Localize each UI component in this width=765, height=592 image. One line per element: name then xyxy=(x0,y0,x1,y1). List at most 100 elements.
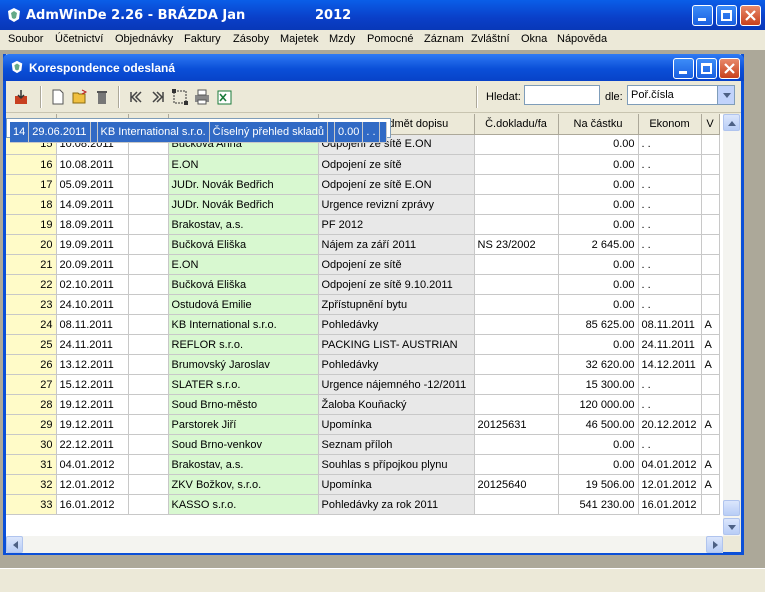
table-row[interactable]: 22 02.10.2011 Bučková Eliška Odpojení ze sí… xyxy=(6,274,720,295)
cell-col-date: 02.10.2011 xyxy=(56,274,129,295)
table-row[interactable]: 29 19.12.2011 Parstorek Jiří Upomínka 201256… xyxy=(6,414,720,435)
horizontal-scrollbar[interactable] xyxy=(6,536,723,553)
close-button[interactable] xyxy=(740,5,761,26)
cell-col-document xyxy=(474,154,559,175)
cell-col-number: 32 xyxy=(6,474,57,495)
cell-col-subject: Seznam příloh xyxy=(318,434,475,455)
table-row[interactable]: 25 24.11.2011 REFLOR s.r.o. PACKING LIST- A… xyxy=(6,334,720,355)
search-input[interactable] xyxy=(524,85,600,105)
menu-zasoby[interactable]: Zásoby xyxy=(233,33,269,45)
table-row[interactable]: 32 12.01.2012 ZKV Božkov, s.r.o. Upomínka 20… xyxy=(6,474,720,495)
header-col-amount[interactable]: Na částku xyxy=(558,114,639,135)
select-icon[interactable] xyxy=(172,89,188,105)
vertical-scrollbar[interactable] xyxy=(723,114,740,536)
cell-col-number: 19 xyxy=(6,214,57,235)
cell-col-document xyxy=(474,294,559,315)
cell-col-v xyxy=(701,434,720,455)
cell-col-document xyxy=(474,174,559,195)
scroll-right-button[interactable] xyxy=(706,536,723,553)
cell-col-number: 14 xyxy=(10,122,30,143)
cell-col-document: NS 23/2002 xyxy=(474,234,559,255)
table-row[interactable]: 21 20.09.2011 E.ON Odpojení ze sítě 0.00. . xyxy=(6,254,720,275)
table-row[interactable]: 27 15.12.2011 SLATER s.r.o. Urgence nájemné… xyxy=(6,374,720,395)
maximize-button[interactable] xyxy=(716,5,737,26)
new-icon[interactable] xyxy=(50,89,66,105)
cell-col-v xyxy=(701,234,720,255)
cell-col-subject: Pohledávky xyxy=(318,314,475,335)
excel-icon[interactable] xyxy=(216,89,232,105)
open-icon[interactable] xyxy=(72,89,88,105)
table-row[interactable]: 31 04.01.2012 Brakostav, a.s. Souhlas s pří… xyxy=(6,454,720,475)
menu-zaznam[interactable]: Záznam xyxy=(424,33,464,45)
cell-col-type xyxy=(128,434,169,455)
menu-soubor[interactable]: Soubor xyxy=(8,33,43,45)
toolbar: Hledat: dle: Poř.čísla xyxy=(6,81,741,113)
header-col-document[interactable]: Č.dokladu/fa xyxy=(474,114,559,135)
cell-col-date: 16.01.2012 xyxy=(56,494,129,515)
table-row[interactable]: 17 05.09.2011 JUDr. Novák Bedřich Odpojení … xyxy=(6,174,720,195)
child-maximize-button[interactable] xyxy=(696,58,717,79)
exit-icon[interactable] xyxy=(13,89,29,105)
cell-col-economist: . . xyxy=(638,254,702,275)
table-row[interactable]: 26 13.12.2011 Brumovský Jaroslav Pohledávky… xyxy=(6,354,720,375)
cell-col-economist: . . xyxy=(362,122,380,143)
app-year: 2012 xyxy=(315,8,352,23)
cell-col-economist: . . xyxy=(638,214,702,235)
search-by-value: Poř.čísla xyxy=(631,89,674,101)
table-row[interactable]: 23 24.10.2011 Ostudová Emilie Zpřístupnění … xyxy=(6,294,720,315)
cell-col-amount: 15 300.00 xyxy=(558,374,639,395)
table-row[interactable]: 20 19.09.2011 Bučková Eliška Nájem za září … xyxy=(6,234,720,255)
cell-col-number: 20 xyxy=(6,234,57,255)
table-row[interactable]: 33 16.01.2012 KASSO s.r.o. Pohledávky za ro… xyxy=(6,494,720,515)
scroll-left-button[interactable] xyxy=(6,536,23,553)
scroll-down-button[interactable] xyxy=(723,518,740,535)
cell-col-date: 18.09.2011 xyxy=(56,214,129,235)
cell-col-recipient: Bučková Eliška xyxy=(168,234,319,255)
cell-col-amount: 0.00 xyxy=(558,294,639,315)
minimize-button[interactable] xyxy=(692,5,713,26)
delete-icon[interactable] xyxy=(94,89,110,105)
menu-majetek[interactable]: Majetek xyxy=(280,33,319,45)
search-by-select[interactable]: Poř.čísla xyxy=(627,85,735,105)
menu-mzdy[interactable]: Mzdy xyxy=(329,33,355,45)
table-row[interactable]: 24 08.11.2011 KB International s.r.o. Pohle… xyxy=(6,314,720,335)
table-row[interactable]: 19 18.09.2011 Brakostav, a.s. PF 2012 0.00. … xyxy=(6,214,720,235)
menu-zvlastni[interactable]: Zvláštní xyxy=(471,33,510,45)
header-col-v[interactable]: V xyxy=(701,114,720,135)
cell-col-v: A xyxy=(701,314,720,335)
menu-okna[interactable]: Okna xyxy=(521,33,547,45)
table-row[interactable]: 28 19.12.2011 Soud Brno-město Žaloba Kouňac… xyxy=(6,394,720,415)
close-icon xyxy=(745,10,756,21)
cell-col-recipient: SLATER s.r.o. xyxy=(168,374,319,395)
app-title: AdmWinDe 2.26 - BRÁZDA Jan xyxy=(26,8,246,23)
cell-col-amount: 120 000.00 xyxy=(558,394,639,415)
print-icon[interactable] xyxy=(194,89,210,105)
cell-col-date: 05.09.2011 xyxy=(56,174,129,195)
cell-col-type xyxy=(128,494,169,515)
child-close-button[interactable] xyxy=(719,58,740,79)
cell-col-economist: . . xyxy=(638,434,702,455)
cell-col-number: 18 xyxy=(6,194,57,215)
cell-col-recipient: Soud Brno-venkov xyxy=(168,434,319,455)
cell-col-date: 10.08.2011 xyxy=(56,154,129,175)
cell-col-v xyxy=(701,254,720,275)
child-minimize-button[interactable] xyxy=(673,58,694,79)
scroll-thumb[interactable] xyxy=(723,500,740,516)
cell-col-subject: Číselný přehled skladů xyxy=(209,122,328,143)
table-row[interactable]: 30 22.12.2011 Soud Brno-venkov Seznam přílo… xyxy=(6,434,720,455)
menu-ucetnictvi[interactable]: Účetnictví xyxy=(55,33,103,45)
menu-faktury[interactable]: Faktury xyxy=(184,33,221,45)
menu-napoveda[interactable]: Nápověda xyxy=(557,33,607,45)
header-col-economist[interactable]: Ekonom xyxy=(638,114,702,135)
menu-pomocne[interactable]: Pomocné xyxy=(367,33,413,45)
table-row[interactable]: 16 10.08.2011 E.ON Odpojení ze sítě 0.00. . xyxy=(6,154,720,175)
chevron-down-icon[interactable] xyxy=(717,86,734,104)
last-icon[interactable] xyxy=(150,89,166,105)
scroll-up-button[interactable] xyxy=(723,114,740,131)
first-icon[interactable] xyxy=(128,89,144,105)
cell-col-type xyxy=(90,122,98,143)
table-row[interactable]: 18 14.09.2011 JUDr. Novák Bedřich Urgence r… xyxy=(6,194,720,215)
table-row[interactable]: 14 29.06.2011 KB International s.r.o. Čísel… xyxy=(6,118,391,143)
menu-objednavky[interactable]: Objednávky xyxy=(115,33,173,45)
cell-col-number: 28 xyxy=(6,394,57,415)
